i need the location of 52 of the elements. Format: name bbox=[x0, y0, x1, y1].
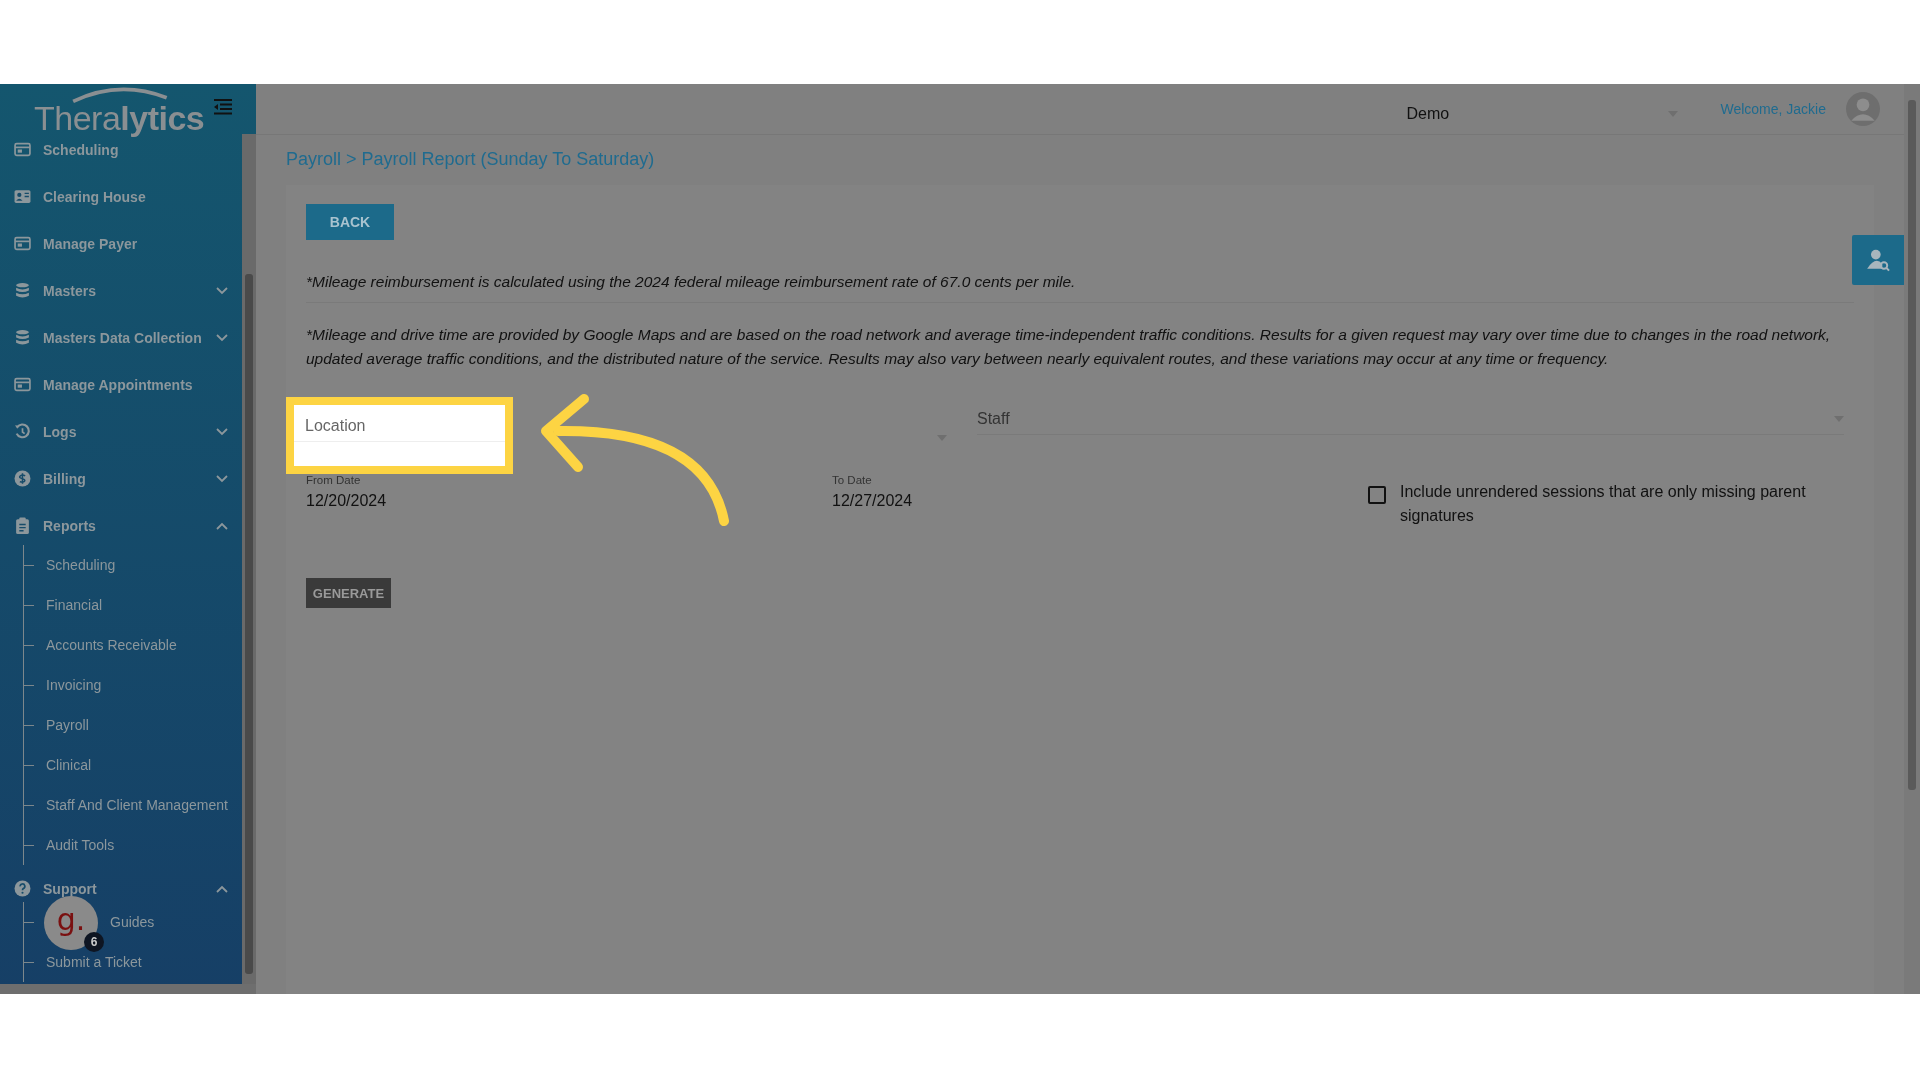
dollar-icon bbox=[14, 470, 31, 487]
staff-input[interactable]: Staff bbox=[977, 410, 1834, 428]
sidebar-item[interactable]: Manage Payer bbox=[0, 220, 242, 267]
sidebar-subitem[interactable]: Audit Tools bbox=[46, 837, 115, 853]
window-icon bbox=[14, 235, 31, 252]
database-icon bbox=[14, 329, 31, 346]
user-search-button[interactable] bbox=[1852, 235, 1904, 285]
logo: Theralytics bbox=[34, 94, 205, 138]
note-text: *Mileage reimbursement is calculated using the 2024 federal mileage reimbursement rate of 67.0 cents per mile. bbox=[306, 270, 1854, 303]
sidebar-subitem[interactable]: Financial bbox=[46, 597, 103, 613]
sidebar-item[interactable]: Masters bbox=[0, 267, 242, 314]
from-date-field[interactable]: From Date 12/20/2024 bbox=[306, 474, 832, 528]
sidebar-subitem[interactable]: Accounts Receivable bbox=[46, 637, 177, 653]
checkbox[interactable] bbox=[1368, 486, 1386, 504]
sidebar-subitem[interactable]: Clinical bbox=[46, 757, 92, 773]
window-icon bbox=[14, 141, 31, 158]
welcome-text: Welcome, Jackie bbox=[1720, 101, 1826, 117]
user-search-icon bbox=[1865, 247, 1891, 273]
database-icon bbox=[14, 282, 31, 299]
sidebar-item[interactable]: Clearing House bbox=[0, 173, 242, 220]
avatar-icon[interactable] bbox=[1846, 92, 1880, 126]
sidebar-item[interactable]: Reports bbox=[0, 502, 242, 549]
back-button[interactable]: BACK bbox=[306, 204, 394, 240]
sidebar-item[interactable]: Logs bbox=[0, 408, 242, 455]
sidebar-subitem[interactable]: Guides bbox=[110, 914, 155, 930]
help-icon bbox=[14, 880, 31, 897]
to-date-field[interactable]: To Date 12/27/2024 bbox=[832, 474, 1358, 528]
scrollbar[interactable] bbox=[1904, 84, 1920, 994]
sidebar-item[interactable]: Masters Data Collection bbox=[0, 314, 242, 361]
location-field[interactable]: Location bbox=[294, 405, 505, 466]
menu-icon[interactable] bbox=[214, 99, 232, 115]
staff-field[interactable]: Staff bbox=[977, 410, 1844, 435]
organization-select[interactable]: Demo bbox=[1406, 105, 1679, 127]
generate-button[interactable]: GENERATE bbox=[306, 578, 391, 608]
sidebar-subitem[interactable]: Invoicing bbox=[46, 677, 102, 693]
sidebar-item[interactable]: Billing bbox=[0, 455, 242, 502]
clipboard-icon bbox=[14, 517, 31, 534]
location-input[interactable]: Location bbox=[294, 405, 505, 442]
notification-badge: 6 bbox=[84, 932, 104, 952]
window-icon bbox=[14, 376, 31, 393]
note-text: *Mileage and drive time are provided by Google Maps and are based on the road network and average time-independent traffic conditions. Results for a given request may vary over time due to changes in the road network, updated average traffic conditions, and the distributed nature of the service. Results may also vary between nearly equivalent routes, and these variations may occur at any time or frequency. bbox=[306, 325, 1832, 369]
sidebar-subitem[interactable]: Submit a Ticket bbox=[46, 954, 142, 970]
breadcrumb: Payroll > Payroll Report (Sunday To Saturday) bbox=[285, 148, 656, 171]
sidebar-subitem[interactable]: Payroll bbox=[46, 717, 89, 733]
history-icon bbox=[14, 423, 31, 440]
sidebar-item[interactable]: Manage Appointments bbox=[0, 361, 242, 408]
sidebar-subitem[interactable]: Staff And Client Management bbox=[46, 797, 228, 813]
scrollbar[interactable] bbox=[242, 134, 256, 984]
id-card-icon bbox=[14, 188, 31, 205]
scrollbar[interactable] bbox=[0, 984, 256, 994]
sidebar-subitem[interactable]: Scheduling bbox=[46, 557, 116, 573]
checkbox-label: Include unrendered sessions that are only missing parent signatures bbox=[1400, 482, 1807, 526]
